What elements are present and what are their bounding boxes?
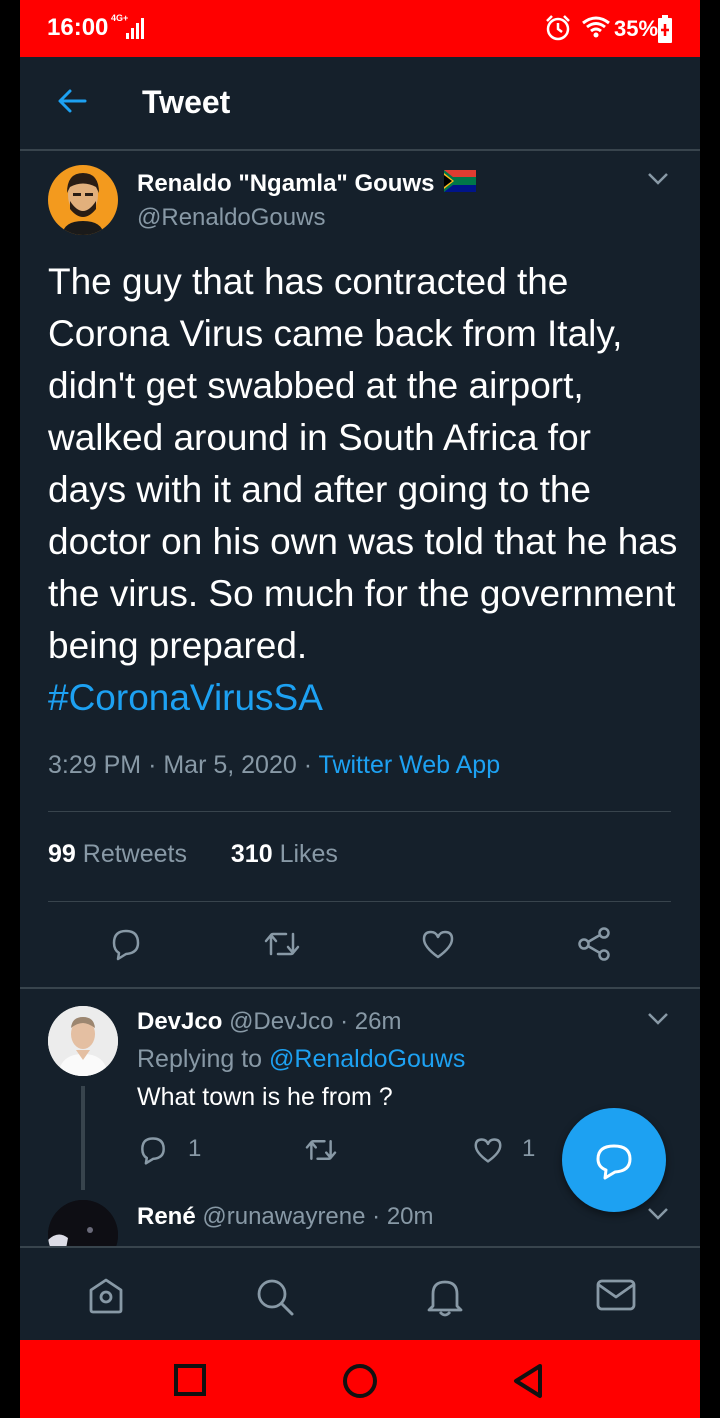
divider bbox=[20, 987, 700, 989]
likes-count: 310 bbox=[230, 840, 273, 868]
reply-avatar[interactable] bbox=[48, 1006, 118, 1076]
share-icon[interactable] bbox=[576, 926, 612, 967]
divider bbox=[48, 811, 671, 812]
tweet-meta: 3:29 PM · Mar 5, 2020 · Twitter Web App bbox=[48, 751, 501, 779]
retweets-count: 99 bbox=[48, 840, 76, 868]
reply-icon[interactable] bbox=[108, 926, 144, 967]
retweet-icon[interactable] bbox=[303, 1136, 339, 1169]
reply-count: 1 bbox=[188, 1135, 202, 1162]
top-bar: Tweet bbox=[20, 57, 700, 151]
reply-icon bbox=[596, 1144, 632, 1180]
replying-mention[interactable]: @RenaldoGouws bbox=[269, 1045, 465, 1073]
reply-header: DevJco @DevJco · 26m bbox=[137, 1008, 402, 1035]
tweet-time: 3:29 PM bbox=[48, 751, 142, 779]
reply-header: René @runawayrene · 20m bbox=[137, 1203, 434, 1230]
recent-apps-icon[interactable] bbox=[172, 1362, 208, 1403]
author-name[interactable]: Renaldo "Ngamla" Gouws bbox=[137, 170, 434, 198]
battery-level: 35% bbox=[614, 16, 659, 41]
status-bar: 16:00 4G+ 35% bbox=[20, 0, 700, 57]
south-africa-flag-icon bbox=[444, 170, 476, 197]
battery-charging-icon bbox=[658, 15, 672, 48]
status-time: 16:00 bbox=[47, 14, 109, 41]
thread-line bbox=[81, 1086, 85, 1190]
notifications-icon[interactable] bbox=[425, 1276, 465, 1323]
search-icon[interactable] bbox=[254, 1276, 296, 1323]
author-handle[interactable]: @RenaldoGouws bbox=[137, 204, 325, 232]
reply-author-handle[interactable]: @runawayrene bbox=[202, 1203, 365, 1230]
reply-age: 20m bbox=[386, 1203, 434, 1230]
reply-icon[interactable] bbox=[137, 1134, 169, 1171]
tweet-date: Mar 5, 2020 bbox=[163, 751, 297, 779]
home-icon[interactable] bbox=[86, 1276, 126, 1321]
messages-icon[interactable] bbox=[595, 1276, 637, 1319]
like-icon[interactable] bbox=[420, 928, 456, 965]
page-title: Tweet bbox=[142, 84, 231, 120]
wifi-icon bbox=[582, 16, 610, 43]
replying-prefix: Replying to bbox=[137, 1045, 263, 1073]
divider bbox=[48, 901, 671, 902]
home-button-icon[interactable] bbox=[341, 1362, 379, 1405]
engagement-counts: 99 Retweets 310 Likes bbox=[48, 840, 338, 869]
reply-author-name[interactable]: DevJco bbox=[137, 1008, 222, 1035]
system-navigation-bar bbox=[20, 1340, 700, 1418]
retweets-label: Retweets bbox=[82, 840, 187, 868]
bottom-nav bbox=[20, 1246, 700, 1340]
author-avatar[interactable] bbox=[48, 165, 118, 235]
chevron-down-icon[interactable] bbox=[647, 1012, 669, 1031]
like-count: 1 bbox=[522, 1135, 536, 1162]
replying-to: Replying to @RenaldoGouws bbox=[137, 1045, 465, 1074]
hashtag-link[interactable]: #CoronaVirusSA bbox=[48, 677, 323, 718]
compose-reply-button[interactable] bbox=[562, 1108, 666, 1212]
reply-age: 26m bbox=[354, 1008, 402, 1035]
likes-stat[interactable]: 310 Likes bbox=[231, 840, 338, 868]
tweet-body: The guy that has contracted the Corona V… bbox=[48, 261, 678, 666]
screen: 16:00 4G+ 35% Tweet Renaldo "Ngamla" Gou… bbox=[20, 0, 700, 1418]
back-button-icon[interactable] bbox=[510, 1362, 546, 1405]
retweets-stat[interactable]: 99 Retweets bbox=[48, 840, 187, 868]
alarm-icon bbox=[544, 14, 572, 47]
chevron-down-icon[interactable] bbox=[647, 172, 669, 191]
reply-text: What town is he from ? bbox=[137, 1083, 393, 1111]
retweet-icon[interactable] bbox=[262, 928, 302, 965]
likes-label: Likes bbox=[279, 840, 338, 868]
reply-author-handle[interactable]: @DevJco bbox=[229, 1008, 333, 1035]
chevron-down-icon[interactable] bbox=[647, 1207, 669, 1226]
tweet-source-link[interactable]: Twitter Web App bbox=[319, 751, 501, 779]
like-icon[interactable] bbox=[472, 1136, 504, 1169]
tweet-text: The guy that has contracted the Corona V… bbox=[48, 256, 678, 724]
signal-icon bbox=[126, 16, 148, 45]
reply-author-name[interactable]: René bbox=[137, 1203, 196, 1230]
back-arrow-icon[interactable] bbox=[56, 87, 88, 120]
